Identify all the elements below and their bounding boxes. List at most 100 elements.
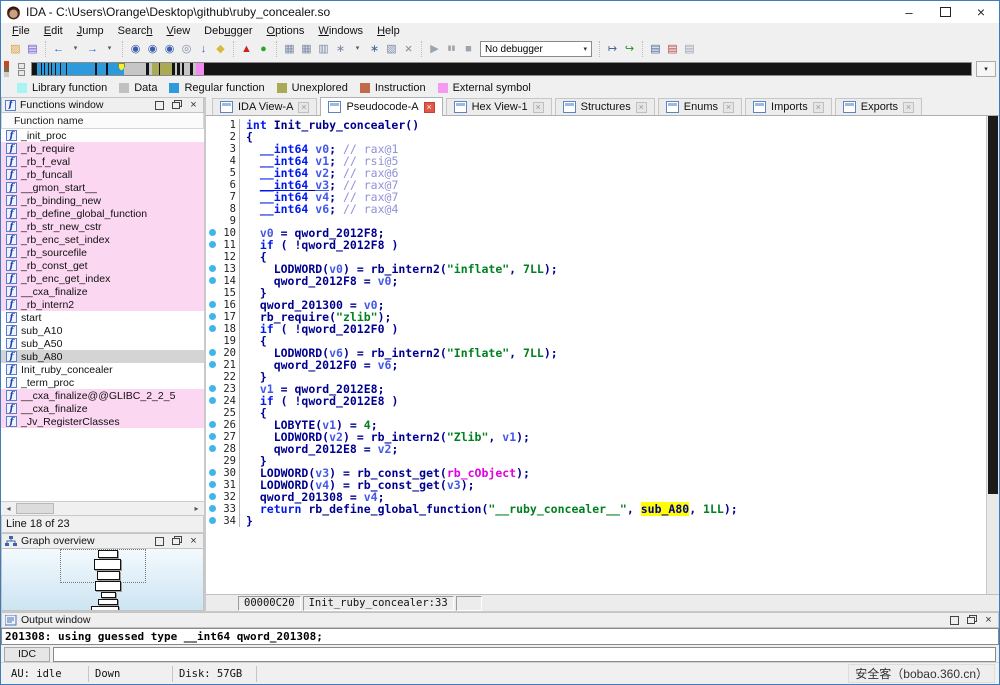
delete-function-icon[interactable]: × <box>400 41 417 57</box>
code-line[interactable]: 14 qword_2012F8 = v0; <box>206 275 999 287</box>
function-row-term-proc[interactable]: f_term_proc <box>1 376 204 389</box>
code-line[interactable]: 21 qword_2012F0 = v6; <box>206 359 999 371</box>
tab-close-icon[interactable] <box>903 102 914 113</box>
code-line[interactable]: 1int Init_ruby_concealer() <box>206 119 999 131</box>
debug-pause-icon[interactable]: ▮▮ <box>443 41 460 57</box>
scroll-left-icon[interactable] <box>1 502 16 515</box>
navband-dropdown-icon[interactable] <box>976 61 996 77</box>
function-row-init-proc[interactable]: f_init_proc <box>1 129 204 142</box>
graph-overview-titlebar[interactable]: Graph overview <box>1 533 204 549</box>
function-row-sub-a50[interactable]: fsub_A50 <box>1 337 204 350</box>
functions-maximize-icon[interactable] <box>153 99 166 111</box>
graph-node[interactable] <box>91 606 119 611</box>
graph-node[interactable] <box>97 571 120 580</box>
function-row-cxa-finalize-glibc-2-2-5[interactable]: f__cxa_finalize@@GLIBC_2_2_5 <box>1 389 204 402</box>
menu-search[interactable]: Search <box>111 25 160 37</box>
add-breakpoint-icon[interactable]: ▤ <box>664 41 681 57</box>
patch-icon[interactable]: ∗ <box>332 41 349 57</box>
tab-exports[interactable]: Exports <box>835 98 922 115</box>
code-line[interactable]: 18 if ( !qword_2012F0 ) <box>206 323 999 335</box>
menu-debugger[interactable]: Debugger <box>197 25 259 37</box>
function-row-cxa-finalize[interactable]: f__cxa_finalize <box>1 285 204 298</box>
save-icon[interactable]: ▤ <box>24 41 41 57</box>
function-row-rb-const-get[interactable]: f_rb_const_get <box>1 259 204 272</box>
edit-struct-icon[interactable]: ▦ <box>298 41 315 57</box>
function-row-rb-f-eval[interactable]: f_rb_f_eval <box>1 155 204 168</box>
graph-node[interactable] <box>98 599 118 605</box>
back-dropdown-icon[interactable]: ▾ <box>67 41 84 57</box>
tab-close-icon[interactable] <box>636 102 647 113</box>
idc-input[interactable] <box>53 647 996 662</box>
search-text-icon[interactable]: ◉ <box>144 41 161 57</box>
debugger-select[interactable]: No debugger <box>480 41 592 57</box>
output-window-titlebar[interactable]: Output window <box>1 612 999 628</box>
menu-options[interactable]: Options <box>260 25 312 37</box>
code-vscrollbar[interactable] <box>986 116 999 594</box>
function-row-sub-a80[interactable]: fsub_A80 <box>1 350 204 363</box>
highlight-icon[interactable]: ◆ <box>212 41 229 57</box>
function-row-rb-intern2[interactable]: f_rb_intern2 <box>1 298 204 311</box>
functions-hscrollbar[interactable] <box>1 501 204 515</box>
tab-close-icon[interactable] <box>813 102 824 113</box>
function-row-cxa-finalize[interactable]: f__cxa_finalize <box>1 402 204 415</box>
menu-windows[interactable]: Windows <box>311 25 370 37</box>
tab-close-icon[interactable] <box>723 102 734 113</box>
tab-hex-view-1[interactable]: Hex View-1 <box>446 98 552 115</box>
graph-maximize-icon[interactable] <box>153 535 166 547</box>
menu-edit[interactable]: Edit <box>37 25 70 37</box>
back-icon[interactable]: ← <box>50 41 67 57</box>
function-row-rb-str-new-cstr[interactable]: f_rb_str_new_cstr <box>1 220 204 233</box>
function-row-rb-binding-new[interactable]: f_rb_binding_new <box>1 194 204 207</box>
rename-icon[interactable]: ▥ <box>315 41 332 57</box>
modify-icon[interactable]: ∗ <box>366 41 383 57</box>
menu-jump[interactable]: Jump <box>70 25 111 37</box>
code-vscroll-thumb[interactable] <box>988 116 998 494</box>
forward-dropdown-icon[interactable]: ▾ <box>101 41 118 57</box>
graph-node[interactable] <box>98 550 118 558</box>
tab-close-icon[interactable] <box>298 102 309 113</box>
code-line[interactable]: 11 if ( !qword_2012F8 ) <box>206 239 999 251</box>
search-next-icon[interactable]: ◎ <box>178 41 195 57</box>
function-row-rb-sourcefile[interactable]: f_rb_sourcefile <box>1 246 204 259</box>
code-line[interactable]: 24 if ( !qword_2012E8 ) <box>206 395 999 407</box>
functions-column-header[interactable]: Function name <box>1 113 204 129</box>
function-row-rb-define-global-function[interactable]: f_rb_define_global_function <box>1 207 204 220</box>
step-into-icon[interactable]: ↦ <box>604 41 621 57</box>
function-row-gmon-start[interactable]: f__gmon_start__ <box>1 181 204 194</box>
code-line[interactable]: 8 __int64 v6; // rax@4 <box>206 203 999 215</box>
patch-dropdown-icon[interactable]: ▾ <box>349 41 366 57</box>
function-row-rb-require[interactable]: f_rb_require <box>1 142 204 155</box>
function-row-rb-enc-get-index[interactable]: f_rb_enc_get_index <box>1 272 204 285</box>
code-line[interactable]: 34} <box>206 515 999 527</box>
tab-close-icon[interactable] <box>424 102 435 113</box>
jump-address-icon[interactable]: ↓ <box>195 41 212 57</box>
function-row-start[interactable]: fstart <box>1 311 204 324</box>
tab-imports[interactable]: Imports <box>745 98 832 115</box>
graph-float-icon[interactable] <box>170 535 183 547</box>
graph-node[interactable] <box>101 592 116 598</box>
navband-scroll-icons[interactable] <box>11 61 31 77</box>
functions-float-icon[interactable] <box>170 99 183 111</box>
output-float-icon[interactable] <box>965 614 978 626</box>
code-line[interactable]: 28 qword_2012E8 = v2; <box>206 443 999 455</box>
function-row-jv-registerclasses[interactable]: f_Jv_RegisterClasses <box>1 415 204 428</box>
code-line[interactable]: 33 return rb_define_global_function("__r… <box>206 503 999 515</box>
pseudocode-pane[interactable]: 1int Init_ruby_concealer()2{3 __int64 v0… <box>206 116 999 594</box>
search-sequence-icon[interactable]: ◉ <box>161 41 178 57</box>
graph-node[interactable] <box>94 559 121 570</box>
search-memory-icon[interactable]: ◉ <box>127 41 144 57</box>
problems-icon[interactable]: ▲ <box>238 41 255 57</box>
edit-function-icon[interactable]: ▧ <box>383 41 400 57</box>
tab-pseudocode-a[interactable]: Pseudocode-A <box>320 97 442 116</box>
hscroll-thumb[interactable] <box>16 503 54 514</box>
idc-button[interactable]: IDC <box>4 647 50 662</box>
menu-help[interactable]: Help <box>370 25 407 37</box>
maximize-button[interactable] <box>927 1 963 23</box>
tab-structures[interactable]: Structures <box>555 98 655 115</box>
graph-node[interactable] <box>95 581 121 591</box>
run-to-cursor-icon[interactable]: ↪ <box>621 41 638 57</box>
debug-start-icon[interactable]: ▶ <box>426 41 443 57</box>
close-button[interactable] <box>963 1 999 23</box>
function-row-init-ruby-concealer[interactable]: fInit_ruby_concealer <box>1 363 204 376</box>
function-row-sub-a10[interactable]: fsub_A10 <box>1 324 204 337</box>
